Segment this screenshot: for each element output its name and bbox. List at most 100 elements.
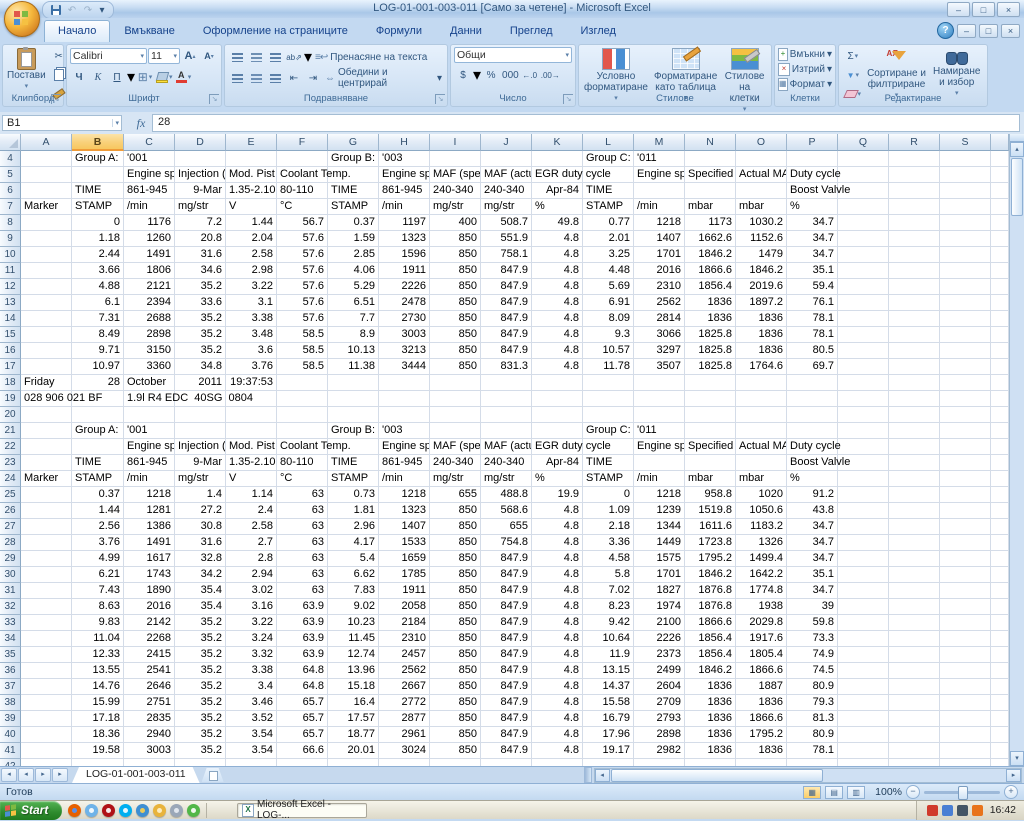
cell-E9[interactable]: 2.04 [226,231,277,247]
cell-L28[interactable]: 3.36 [583,535,634,551]
cell-K28[interactable]: 4.8 [532,535,583,551]
cell-K14[interactable]: 4.8 [532,311,583,327]
cell-C37[interactable]: 2646 [124,679,175,695]
cell-C8[interactable]: 1176 [124,215,175,231]
cell-J21[interactable] [481,423,532,439]
cell-A26[interactable] [21,503,72,519]
cell-C34[interactable]: 2268 [124,631,175,647]
column-header-partial[interactable] [991,134,1009,151]
cell-K16[interactable]: 4.8 [532,343,583,359]
cell-K5[interactable]: EGR duty cycle [532,167,583,183]
cell-R12[interactable] [889,279,940,295]
cell-B14[interactable]: 7.31 [72,311,124,327]
cell-R35[interactable] [889,647,940,663]
cell-G25[interactable]: 0.73 [328,487,379,503]
cell-J16[interactable]: 847.9 [481,343,532,359]
cell-B37[interactable]: 14.76 [72,679,124,695]
cell-A28[interactable] [21,535,72,551]
cell-L10[interactable]: 3.25 [583,247,634,263]
cell-K36[interactable]: 4.8 [532,663,583,679]
cell-F17[interactable]: 58.5 [277,359,328,375]
cell-M18[interactable] [634,375,685,391]
cell-J40[interactable]: 847.9 [481,727,532,743]
cell-D38[interactable]: 35.2 [175,695,226,711]
cell-E26[interactable]: 2.4 [226,503,277,519]
row-header-19[interactable]: 19 [0,391,21,407]
cell-I11[interactable]: 850 [430,263,481,279]
zoom-slider[interactable] [924,791,1000,794]
cell-J33[interactable]: 847.9 [481,615,532,631]
cell-N27[interactable]: 1611.6 [685,519,736,535]
cell-F9[interactable]: 57.6 [277,231,328,247]
cell-F36[interactable]: 64.8 [277,663,328,679]
cell-partial[interactable] [991,663,1009,679]
cell-D21[interactable] [175,423,226,439]
cell-L15[interactable]: 9.3 [583,327,634,343]
cell-partial[interactable] [991,583,1009,599]
row-header-42[interactable]: 42 [0,759,21,766]
cell-N20[interactable] [685,407,736,423]
cell-N35[interactable]: 1856.4 [685,647,736,663]
cell-A6[interactable] [21,183,72,199]
cell-N26[interactable]: 1519.8 [685,503,736,519]
cell-D28[interactable]: 31.6 [175,535,226,551]
cell-K9[interactable]: 4.8 [532,231,583,247]
cell-D4[interactable] [175,151,226,167]
cell-R18[interactable] [889,375,940,391]
row-header-12[interactable]: 12 [0,279,21,295]
cell-C13[interactable]: 2394 [124,295,175,311]
cell-D22[interactable]: Injection ( [175,439,226,455]
cell-E17[interactable]: 3.76 [226,359,277,375]
cell-N34[interactable]: 1856.4 [685,631,736,647]
opera-icon[interactable] [102,804,115,817]
cell-A38[interactable] [21,695,72,711]
cell-G23[interactable]: TIME [328,455,379,471]
italic-button[interactable]: К [89,68,107,86]
cell-K32[interactable]: 4.8 [532,599,583,615]
cell-K20[interactable] [532,407,583,423]
horizontal-scrollbar[interactable] [594,768,1022,783]
cell-K10[interactable]: 4.8 [532,247,583,263]
cell-O17[interactable]: 1764.6 [736,359,787,375]
cell-F31[interactable]: 63 [277,583,328,599]
cell-Q12[interactable] [838,279,889,295]
increase-indent-button[interactable] [304,69,322,87]
cell-partial[interactable] [991,231,1009,247]
cell-Q7[interactable] [838,199,889,215]
cell-partial[interactable] [991,551,1009,567]
cell-S24[interactable] [940,471,991,487]
cell-R6[interactable] [889,183,940,199]
cell-Q32[interactable] [838,599,889,615]
cell-S27[interactable] [940,519,991,535]
cell-K26[interactable]: 4.8 [532,503,583,519]
cell-C10[interactable]: 1491 [124,247,175,263]
select-all-button[interactable] [0,134,21,151]
cell-P17[interactable]: 69.7 [787,359,838,375]
cell-P11[interactable]: 35.1 [787,263,838,279]
cell-A32[interactable] [21,599,72,615]
cell-G40[interactable]: 18.77 [328,727,379,743]
cell-D5[interactable]: Injection ( [175,167,226,183]
cell-R36[interactable] [889,663,940,679]
cell-M22[interactable]: Engine sp [634,439,685,455]
cell-M10[interactable]: 1701 [634,247,685,263]
cell-C40[interactable]: 2940 [124,727,175,743]
cell-J10[interactable]: 758.1 [481,247,532,263]
cell-C18[interactable]: October [124,375,175,391]
cell-H19[interactable] [379,391,430,407]
cell-H42[interactable] [379,759,430,766]
cell-R16[interactable] [889,343,940,359]
cell-P13[interactable]: 76.1 [787,295,838,311]
cell-D35[interactable]: 35.2 [175,647,226,663]
cell-J36[interactable]: 847.9 [481,663,532,679]
cell-S36[interactable] [940,663,991,679]
cell-D7[interactable]: mg/str [175,199,226,215]
tray-app-icon[interactable] [957,805,968,816]
cell-J27[interactable]: 655 [481,519,532,535]
insert-cells-button[interactable]: Вмъкни▾ [778,47,832,62]
cell-F37[interactable]: 64.8 [277,679,328,695]
cell-L35[interactable]: 11.9 [583,647,634,663]
cell-N10[interactable]: 1846.2 [685,247,736,263]
cell-S42[interactable] [940,759,991,766]
cell-partial[interactable] [991,455,1009,471]
